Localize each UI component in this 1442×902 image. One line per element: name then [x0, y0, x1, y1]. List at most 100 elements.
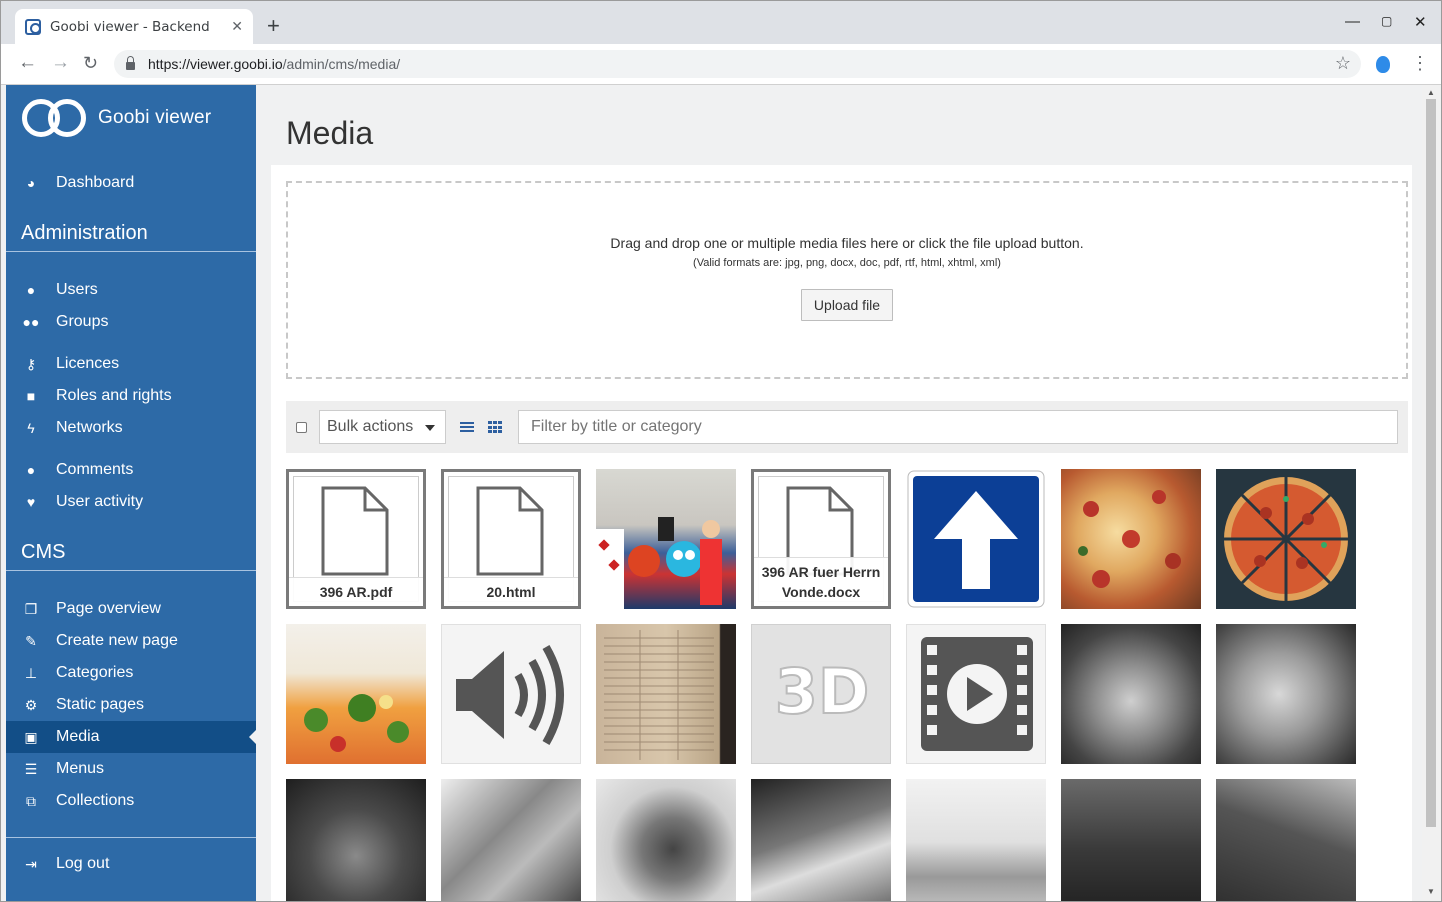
sidebar-item-users[interactable]: ● Users — [6, 274, 256, 306]
media-item[interactable]: 20.html — [441, 469, 581, 609]
media-item[interactable]: 396 AR.pdf — [286, 469, 426, 609]
3d-placeholder-image[interactable]: 3D — [751, 624, 891, 764]
costume-group-photo[interactable] — [596, 469, 736, 609]
upload-dropzone[interactable]: Drag and drop one or multiple media file… — [286, 181, 1408, 379]
dashboard-icon: ◕ — [26, 175, 36, 191]
sidebar-item-networks[interactable]: ϟ Networks — [6, 412, 256, 444]
bars-icon: ☰ — [24, 760, 38, 777]
reload-icon[interactable]: ↻ — [83, 53, 98, 73]
video-placeholder-image[interactable] — [906, 624, 1046, 764]
forward-arrow-icon[interactable]: → — [51, 53, 70, 73]
sidebar-item-label: Licences — [56, 355, 120, 372]
files-icon: ❐ — [24, 600, 38, 617]
media-title: 20.html — [444, 577, 578, 606]
sidebar-item-label: Groups — [56, 313, 109, 330]
sidebar-item-create-page[interactable]: ✎ Create new page — [6, 625, 256, 657]
sidebar-item-label: Media — [56, 728, 100, 745]
list-view-icon[interactable] — [460, 422, 474, 433]
boy-portrait-photo[interactable] — [596, 779, 736, 901]
sidebar-item-label: User activity — [56, 493, 144, 510]
dropzone-formats: (Valid formats are: jpg, png, docx, doc,… — [693, 257, 1001, 269]
old-man-portrait-photo[interactable] — [1216, 624, 1356, 764]
sidebar-item-media[interactable]: ▣ Media — [6, 721, 256, 753]
browser-tab[interactable]: Goobi viewer - Backend ✕ — [15, 9, 253, 44]
sidebar-item-label: Page overview — [56, 600, 161, 617]
tab-close-icon[interactable]: ✕ — [231, 18, 243, 35]
old-man-headscarf-photo[interactable] — [1061, 624, 1201, 764]
grid-view-icon[interactable] — [488, 421, 502, 434]
sidebar-item-label: Networks — [56, 419, 123, 436]
key-icon: ⚷ — [25, 355, 37, 372]
close-window-button[interactable]: ✕ — [1414, 13, 1427, 31]
woman-sunglasses-photo[interactable] — [906, 779, 1046, 901]
sidebar-item-categories[interactable]: ⊥ Categories — [6, 657, 256, 689]
sidebar-item-collections[interactable]: ⧉ Collections — [6, 785, 256, 817]
sidebar: Goobi viewer ◕ Dashboard Administration … — [6, 85, 256, 901]
content-panel: Drag and drop one or multiple media file… — [271, 165, 1412, 901]
comments-icon: ● — [26, 462, 36, 478]
cogs-icon: ⚙ — [24, 696, 38, 713]
select-all-checkbox[interactable] — [296, 422, 307, 433]
sidebar-item-roles[interactable]: ■ Roles and rights — [6, 380, 256, 412]
media-title: 396 AR.pdf — [289, 577, 423, 606]
filter-bar: Bulk actions — [286, 401, 1408, 453]
dropzone-text: Drag and drop one or multiple media file… — [610, 235, 1084, 251]
user-icon: ● — [26, 282, 36, 298]
children-street-photo[interactable] — [441, 779, 581, 901]
sidebar-item-label: Log out — [56, 855, 110, 872]
sidebar-item-static-pages[interactable]: ⚙ Static pages — [6, 689, 256, 721]
pizza-top-photo[interactable] — [1216, 469, 1356, 609]
sidebar-item-logout[interactable]: ⇥ Log out — [6, 848, 256, 880]
extension-icon[interactable] — [1376, 56, 1390, 73]
filter-input[interactable] — [518, 410, 1398, 444]
sidebar-item-dashboard[interactable]: ◕ Dashboard — [6, 167, 256, 199]
man-hood-portrait-photo[interactable] — [286, 779, 426, 901]
url-path: /admin/cms/media/ — [282, 56, 401, 72]
brand-logo[interactable]: Goobi viewer — [22, 99, 211, 137]
sign-out-icon: ⇥ — [25, 855, 37, 872]
sidebar-item-label: Static pages — [56, 696, 145, 713]
upload-file-button[interactable]: Upload file — [800, 289, 894, 321]
old-newspaper-scan[interactable] — [596, 624, 736, 764]
scroll-up-arrow-icon[interactable]: ▲ — [1427, 88, 1435, 97]
bulk-actions-select[interactable]: Bulk actions — [319, 410, 446, 444]
sidebar-item-label: Menus — [56, 760, 105, 777]
sidebar-item-menus[interactable]: ☰ Menus — [6, 753, 256, 785]
address-bar[interactable]: https://viewer.goobi.io/admin/cms/media/… — [114, 50, 1361, 78]
hands-book-photo[interactable] — [1216, 779, 1356, 901]
edit-icon: ✎ — [25, 632, 37, 649]
audio-placeholder-image[interactable] — [441, 624, 581, 764]
sidebar-item-groups[interactable]: ●● Groups — [6, 306, 256, 338]
minimize-button[interactable]: — — [1345, 13, 1360, 30]
vegetable-pizza-photo[interactable] — [286, 624, 426, 764]
holding-hands-photo[interactable] — [751, 779, 891, 901]
browser-window: Goobi viewer - Backend ✕ + — ▢ ✕ ← → ↻ h… — [0, 0, 1442, 902]
bookmark-star-icon[interactable]: ☆ — [1335, 53, 1351, 74]
svg-text:3D: 3D — [775, 655, 870, 728]
scrollbar-thumb[interactable] — [1426, 99, 1436, 827]
file-icon — [321, 486, 389, 576]
sidebar-divider — [6, 837, 256, 838]
pizza-slice-photo[interactable] — [1061, 469, 1201, 609]
sidebar-item-page-overview[interactable]: ❐ Page overview — [6, 593, 256, 625]
media-item[interactable]: 396 AR fuer Herrn Vonde.docx — [751, 469, 891, 609]
cms-heading: CMS — [6, 533, 256, 571]
one-way-sign-image[interactable] — [906, 469, 1046, 609]
sidebar-item-label: Categories — [56, 664, 134, 681]
sea-rowing-photo[interactable] — [1061, 779, 1201, 901]
page: Goobi viewer ◕ Dashboard Administration … — [1, 85, 1441, 901]
sidebar-item-licences[interactable]: ⚷ Licences — [6, 348, 256, 380]
scroll-down-arrow-icon[interactable]: ▼ — [1427, 887, 1435, 896]
page-scrollbar[interactable]: ▲ ▼ — [1422, 85, 1441, 901]
sidebar-item-comments[interactable]: ● Comments — [6, 454, 256, 486]
sidebar-item-user-activity[interactable]: ♥ User activity — [6, 486, 256, 518]
users-icon: ●● — [22, 314, 40, 330]
new-tab-button[interactable]: + — [267, 15, 280, 37]
browser-menu-icon[interactable]: ⋮ — [1411, 54, 1429, 72]
page-title: Media — [286, 115, 374, 151]
bulk-actions-label: Bulk actions — [327, 418, 414, 435]
maximize-button[interactable]: ▢ — [1381, 14, 1392, 28]
sidebar-item-label: Dashboard — [56, 174, 135, 191]
sidebar-item-label: Create new page — [56, 632, 178, 649]
back-arrow-icon[interactable]: ← — [18, 53, 37, 73]
